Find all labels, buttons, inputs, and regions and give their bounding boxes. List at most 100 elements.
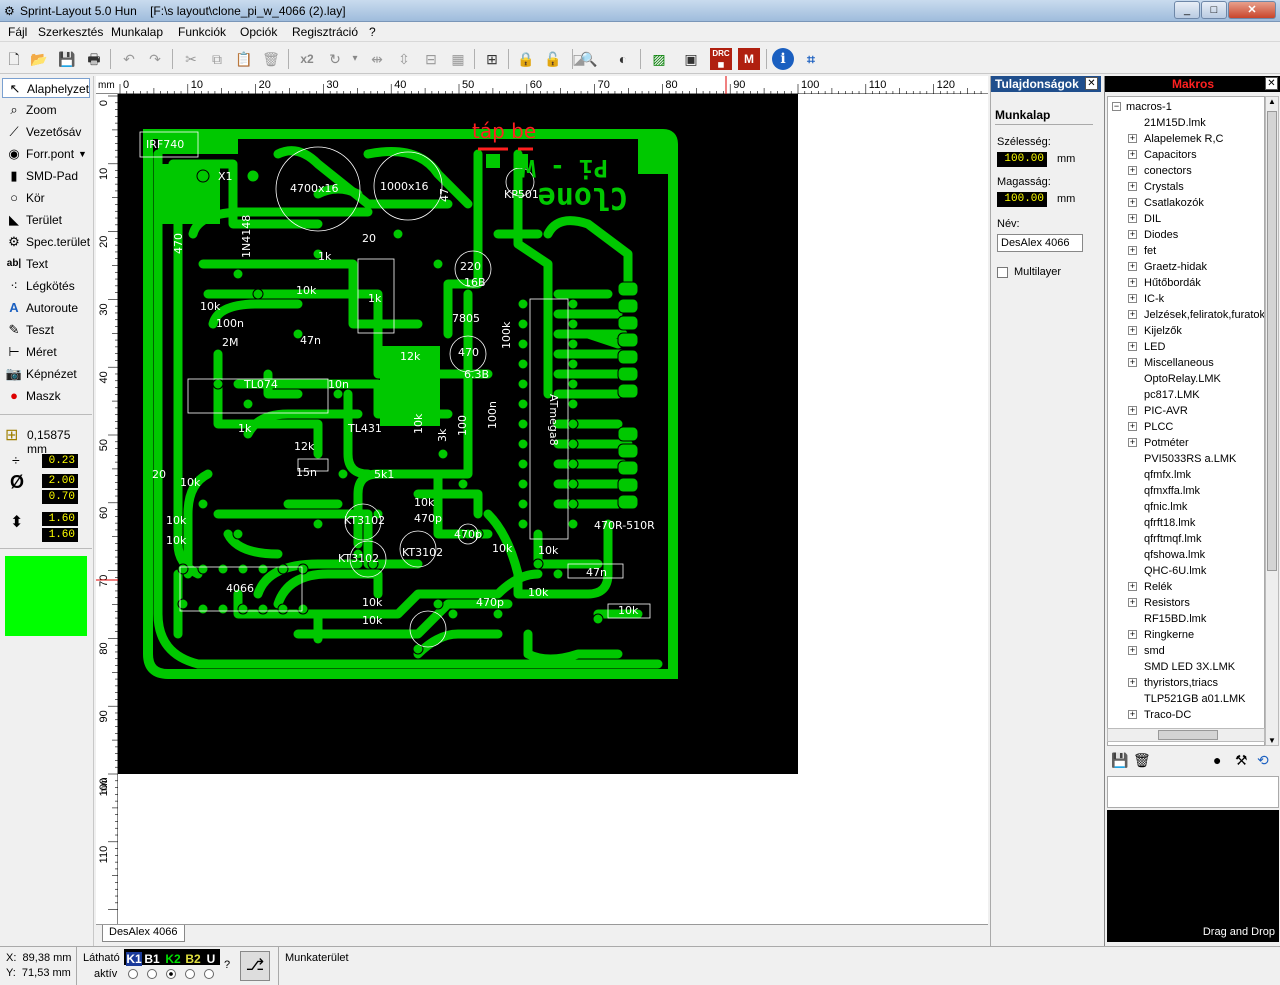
expand-icon[interactable]: + [1128, 598, 1137, 607]
undo-icon[interactable]: ↶ [118, 48, 140, 70]
tool-mask[interactable]: ● Maszk [2, 386, 90, 406]
scroll-thumb[interactable] [1267, 111, 1277, 571]
save-icon[interactable]: 💾 [56, 48, 78, 70]
magnifier-icon[interactable]: 🔍 [578, 48, 600, 70]
expand-icon[interactable]: + [1128, 342, 1137, 351]
smd-height-field[interactable]: 1.60 [42, 528, 78, 542]
expand-icon[interactable]: + [1128, 630, 1137, 639]
minimize-button[interactable]: _ [1174, 1, 1200, 19]
align-icon[interactable]: ⊟ [420, 48, 442, 70]
paste-icon[interactable]: 📋 [233, 48, 255, 70]
scroll-up-icon[interactable]: ▲ [1267, 97, 1277, 106]
tool-select[interactable]: ↖ Alaphelyzet [2, 78, 90, 98]
unlock-icon[interactable]: 🔓 [542, 48, 564, 70]
pcb-board[interactable]: táp be Clone Pi - W IRF740 X1 4700x16 10… [118, 94, 798, 774]
active-radio-k2[interactable] [166, 969, 176, 979]
tree-hscrollbar[interactable] [1107, 728, 1265, 742]
lock-icon[interactable]: 🔒 [515, 48, 537, 70]
menu-help[interactable]: ? [369, 25, 376, 39]
active-radio-b1[interactable] [147, 969, 157, 979]
menu-register[interactable]: Regisztráció [292, 25, 358, 39]
open-folder-icon[interactable]: 📂 [28, 48, 50, 70]
active-radio-u[interactable] [204, 969, 214, 979]
record-icon[interactable]: ● [1213, 752, 1221, 768]
menu-edit[interactable]: Szerkesztés [38, 25, 103, 39]
menu-functions[interactable]: Funkciók [178, 25, 226, 39]
tool-autoroute[interactable]: A Autoroute [2, 298, 90, 318]
grid-value[interactable]: 0,15875 mm [27, 428, 93, 456]
collapse-icon[interactable]: − [1112, 102, 1121, 111]
active-radio-k1[interactable] [128, 969, 138, 979]
close-icon[interactable]: ✕ [1085, 77, 1098, 90]
expand-icon[interactable]: + [1128, 166, 1137, 175]
rotate-macro-icon[interactable]: ⟲ [1257, 752, 1269, 769]
expand-icon[interactable]: + [1128, 678, 1137, 687]
delete-icon[interactable]: 🗑 [1133, 752, 1151, 769]
expand-icon[interactable]: + [1128, 214, 1137, 223]
tool-pad[interactable]: ◉ Forr.pont ▼ [2, 144, 90, 164]
expand-icon[interactable]: + [1128, 198, 1137, 207]
rotate-dropdown-icon[interactable]: ▾ [344, 48, 366, 70]
tool-photoview[interactable]: 📷 Képnézet [2, 364, 90, 384]
chevron-down-icon[interactable]: ▼ [78, 144, 87, 164]
tool-airwire[interactable]: ⁖ Légkötés [2, 276, 90, 296]
tool-test[interactable]: ✎ Teszt [2, 320, 90, 340]
tool-special-area[interactable]: ⚙ Spec.terület [2, 232, 90, 252]
hscroll-thumb[interactable] [1158, 730, 1218, 740]
layer-k1[interactable]: K1 [126, 952, 142, 966]
track-width-field[interactable]: 0.23 [42, 454, 78, 468]
copy-icon[interactable]: ⧉ [206, 48, 228, 70]
multilayer-checkbox[interactable] [997, 267, 1008, 278]
print-icon[interactable]: 🖶 [83, 48, 105, 70]
height-field[interactable]: 100.00 [997, 192, 1047, 207]
menu-file[interactable]: Fájl [8, 25, 27, 39]
layer-help[interactable]: ? [224, 959, 230, 971]
mirror-vertical-icon[interactable]: ⇳ [393, 48, 415, 70]
width-field[interactable]: 100.00 [997, 152, 1047, 167]
layer-b1[interactable]: B1 [144, 952, 160, 966]
expand-icon[interactable]: + [1128, 438, 1137, 447]
expand-icon[interactable]: + [1128, 246, 1137, 255]
component-icon[interactable]: ⊞ [481, 48, 503, 70]
expand-icon[interactable]: + [1128, 294, 1137, 303]
component-view-icon[interactable]: ⎇ [240, 951, 270, 981]
drc-icon[interactable]: DRC ◼ [710, 48, 732, 70]
expand-icon[interactable]: + [1128, 134, 1137, 143]
expand-icon[interactable]: + [1128, 230, 1137, 239]
group-icon[interactable]: ▦ [447, 48, 469, 70]
rotate-icon[interactable]: ↻ [324, 48, 346, 70]
tool-smd[interactable]: ▮ SMD-Pad [2, 166, 90, 186]
tool-area[interactable]: ◣ Terület [2, 210, 90, 230]
tool-measure[interactable]: ⊢ Méret [2, 342, 90, 362]
redo-icon[interactable]: ↷ [144, 48, 166, 70]
pad-outer-field[interactable]: 2.00 [42, 474, 78, 488]
sheet-tab[interactable]: DesAlex 4066 [102, 925, 185, 942]
expand-icon[interactable]: + [1128, 278, 1137, 287]
layer-u[interactable]: U [204, 952, 218, 966]
active-radio-b2[interactable] [185, 969, 195, 979]
menu-options[interactable]: Opciók [240, 25, 277, 39]
layer-color-swatch[interactable] [5, 556, 87, 636]
expand-icon[interactable]: + [1128, 310, 1137, 319]
pad-inner-field[interactable]: 0.70 [42, 490, 78, 504]
cut-icon[interactable]: ✂ [180, 48, 202, 70]
new-file-icon[interactable]: 🗋 [3, 48, 25, 70]
expand-icon[interactable]: + [1128, 646, 1137, 655]
grid-icon[interactable]: ⊞ [5, 425, 18, 445]
maximize-button[interactable]: □ [1201, 1, 1227, 19]
tools-icon[interactable]: ⚒ [1235, 752, 1248, 769]
tree-vscrollbar[interactable]: ▲ ▼ [1265, 96, 1279, 746]
tool-circle[interactable]: ○ Kör [2, 188, 90, 208]
expand-icon[interactable]: + [1128, 582, 1137, 591]
menu-sheet[interactable]: Munkalap [111, 25, 163, 39]
expand-icon[interactable]: + [1128, 406, 1137, 415]
expand-icon[interactable]: + [1128, 326, 1137, 335]
transparency-icon[interactable]: ◐ [612, 48, 634, 70]
layer-b2[interactable]: B2 [184, 952, 202, 966]
scroll-down-icon[interactable]: ▼ [1267, 736, 1277, 745]
delete-icon[interactable]: 🗑 [260, 48, 282, 70]
help-board-icon[interactable]: ▣ [680, 48, 702, 70]
expand-icon[interactable]: + [1128, 358, 1137, 367]
expand-icon[interactable]: + [1128, 422, 1137, 431]
layer-k2[interactable]: K2 [164, 952, 182, 966]
